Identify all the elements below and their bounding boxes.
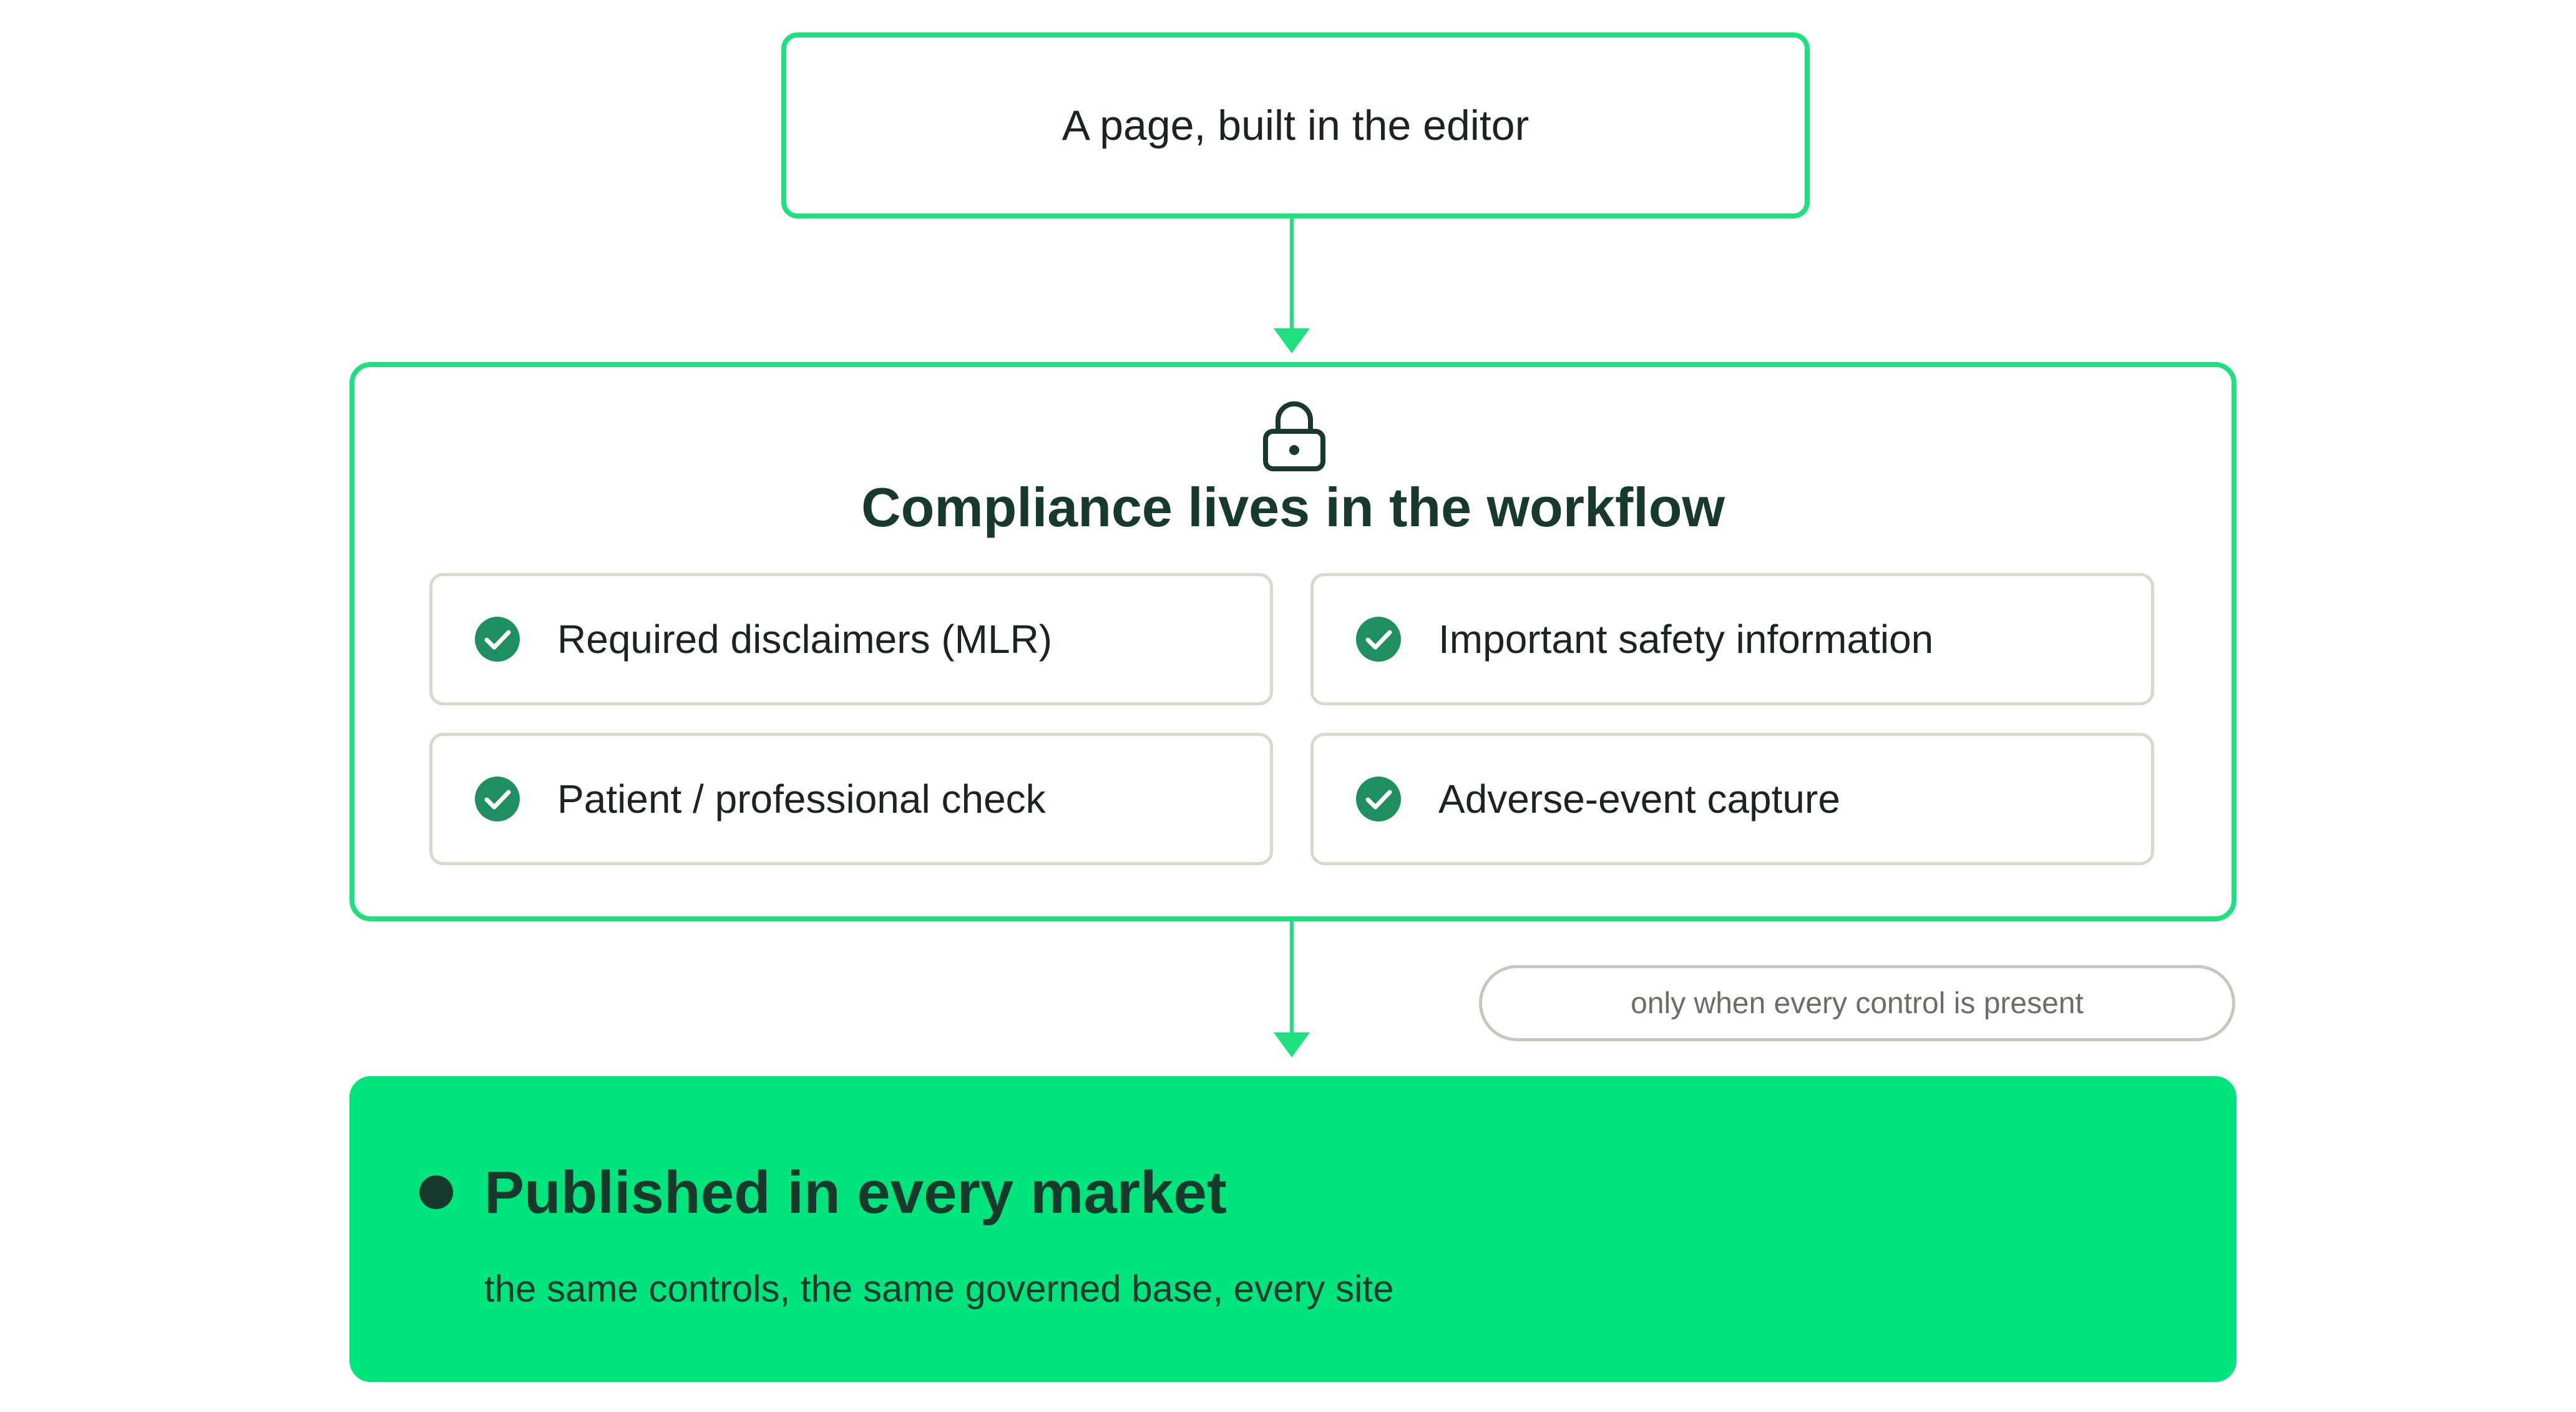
control-label: Important safety information bbox=[1438, 617, 1934, 662]
connector-line-top bbox=[1290, 218, 1294, 331]
bullet-dot bbox=[419, 1175, 453, 1209]
published-node bbox=[349, 1076, 2237, 1382]
arrowhead-bottom bbox=[1274, 1032, 1310, 1057]
published-subtitle: the same controls, the same governed bas… bbox=[484, 1268, 1394, 1310]
check-circle-icon bbox=[475, 617, 520, 662]
source-page-label: A page, built in the editor bbox=[1061, 102, 1530, 149]
condition-label: only when every control is present bbox=[1631, 986, 2084, 1020]
connector-line-bottom bbox=[1290, 921, 1294, 1037]
workflow-title: Compliance lives in the workflow bbox=[861, 476, 1725, 538]
published-title: Published in every market bbox=[484, 1159, 1227, 1226]
control-card-disclaimers: Required disclaimers (MLR) bbox=[429, 573, 1273, 705]
source-page-node: A page, built in the editor bbox=[781, 32, 1810, 218]
condition-pill: only when every control is present bbox=[1479, 965, 2235, 1041]
control-label: Patient / professional check bbox=[557, 777, 1046, 821]
control-card-patient-check: Patient / professional check bbox=[429, 733, 1273, 865]
control-label: Required disclaimers (MLR) bbox=[557, 617, 1053, 662]
control-label: Adverse-event capture bbox=[1438, 777, 1840, 821]
check-circle-icon bbox=[1356, 777, 1401, 821]
control-card-adverse-event: Adverse-event capture bbox=[1310, 733, 2154, 865]
check-circle-icon bbox=[1356, 617, 1401, 662]
arrowhead-top bbox=[1274, 328, 1310, 353]
control-card-safety-information: Important safety information bbox=[1310, 573, 2154, 705]
lock-icon bbox=[1263, 401, 1325, 471]
check-circle-icon bbox=[475, 777, 520, 821]
